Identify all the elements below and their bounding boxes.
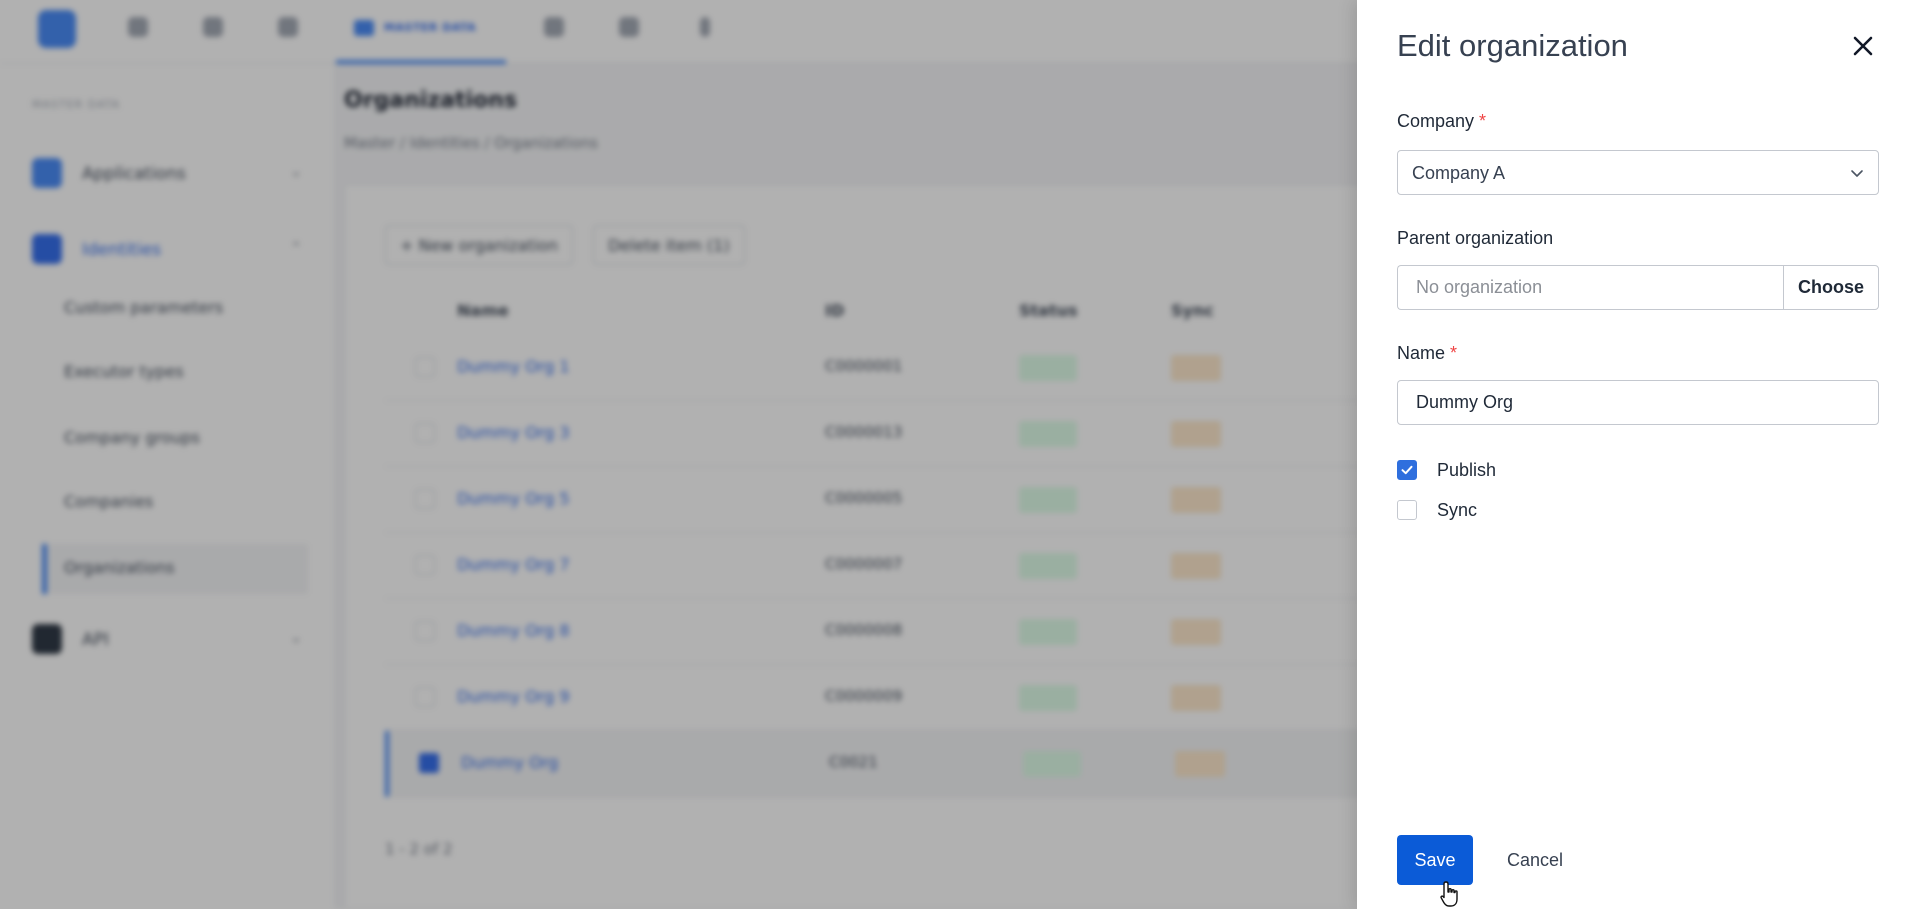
drawer-title: Edit organization [1397, 28, 1628, 63]
sync-label: Sync [1437, 499, 1478, 520]
company-label-text: Company [1397, 111, 1475, 131]
company-label: Company * [1397, 111, 1486, 132]
publish-label: Publish [1437, 459, 1497, 480]
required-mark: * [1450, 343, 1458, 363]
required-mark: * [1479, 111, 1487, 131]
sync-checkbox-row[interactable]: Sync [1397, 498, 1477, 522]
close-icon [1853, 36, 1873, 56]
hand-pointer-cursor-icon [1440, 881, 1458, 907]
company-select[interactable]: Company A [1397, 150, 1879, 195]
sync-checkbox[interactable] [1397, 500, 1417, 520]
chevron-down-icon [1851, 170, 1863, 177]
publish-checkbox-row[interactable]: Publish [1397, 458, 1496, 482]
edit-organization-drawer: Edit organization Company * Company A Par… [1357, 0, 1917, 909]
name-input[interactable] [1397, 380, 1879, 425]
save-button[interactable]: Save [1397, 835, 1473, 885]
choose-button[interactable]: Choose [1783, 265, 1879, 310]
modal-backdrop[interactable] [0, 0, 1357, 909]
publish-checkbox[interactable] [1397, 460, 1417, 480]
company-select-value: Company A [1412, 163, 1506, 183]
parent-organization-input[interactable] [1397, 265, 1783, 310]
cancel-button[interactable]: Cancel [1493, 835, 1577, 885]
checkmark-icon [1401, 465, 1413, 475]
parent-organization-label: Parent organization [1397, 228, 1554, 248]
parent-organization-field: Choose [1397, 265, 1879, 310]
name-label-text: Name [1397, 343, 1446, 363]
close-button[interactable] [1845, 28, 1881, 64]
name-label: Name * [1397, 343, 1457, 364]
